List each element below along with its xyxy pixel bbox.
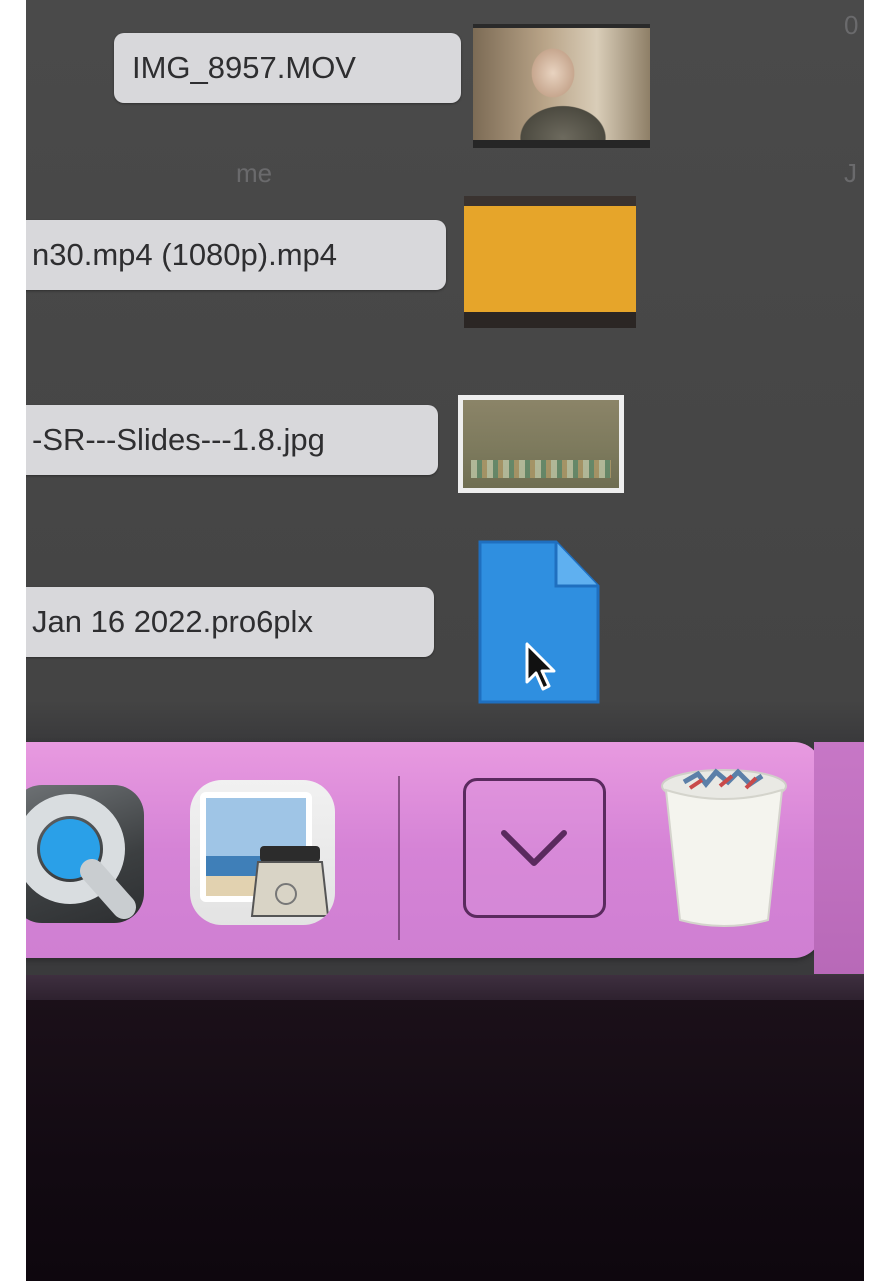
- preview-icon: [200, 792, 330, 917]
- faint-text-me: me: [236, 158, 273, 188]
- trash-icon: [661, 768, 787, 927]
- screen: me 0 J IMG_8957.MOV n30.mp4 (1080p).mp4 …: [26, 0, 864, 1281]
- quicktime-icon: [26, 794, 136, 919]
- bezel-bottom: [26, 1000, 864, 1281]
- faint-text-zero: 0: [844, 10, 859, 40]
- desktop: me 0 J IMG_8957.MOV n30.mp4 (1080p).mp4 …: [26, 0, 864, 745]
- dock-app-quicktime[interactable]: [26, 785, 144, 923]
- chevron-down-icon: [501, 830, 567, 866]
- dock-app-trash[interactable]: [654, 760, 794, 930]
- file-label[interactable]: n30.mp4 (1080p).mp4: [26, 220, 446, 290]
- file-label[interactable]: Jan 16 2022.pro6plx: [26, 587, 434, 657]
- faint-text-j: J: [844, 158, 857, 188]
- dock-app-preview[interactable]: [190, 780, 335, 925]
- image-thumbnail[interactable]: [458, 395, 624, 493]
- dock-edge: [814, 742, 864, 974]
- file-label[interactable]: IMG_8957.MOV: [114, 33, 461, 103]
- file-label[interactable]: -SR---Slides---1.8.jpg: [26, 405, 438, 475]
- dock-downloads-stack[interactable]: [463, 778, 606, 918]
- movie-thumbnail[interactable]: [464, 196, 636, 328]
- movie-thumbnail[interactable]: [473, 24, 650, 148]
- mouse-cursor-icon: [525, 642, 556, 691]
- dock-divider: [398, 776, 400, 940]
